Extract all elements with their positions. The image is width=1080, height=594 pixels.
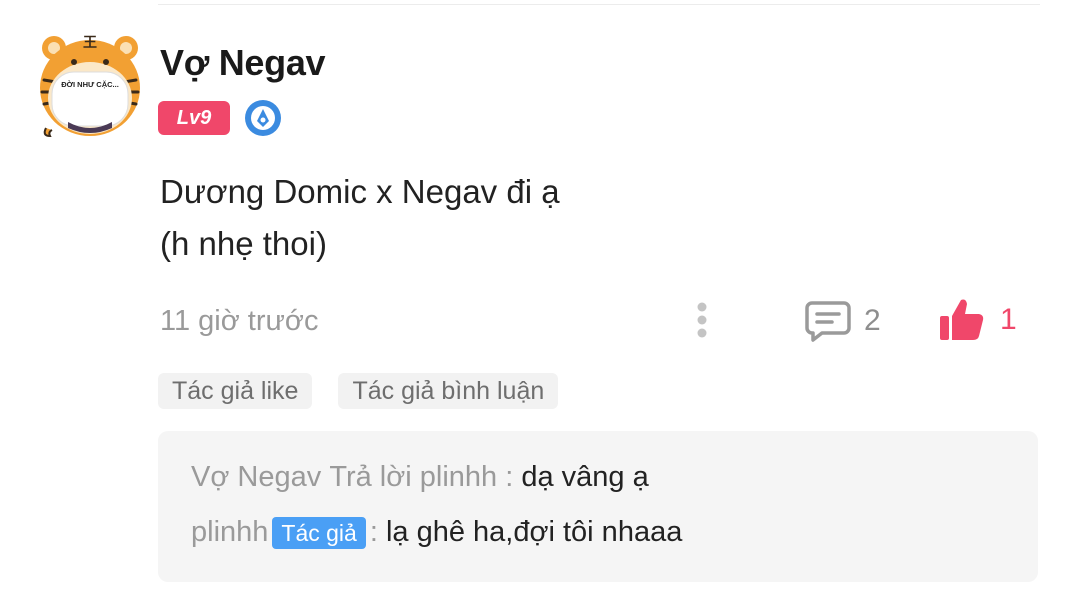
content-line: (h nhẹ thoi) [160,225,327,262]
comment-icon [805,301,851,342]
tag-author-commented: Tác giả bình luận [338,373,559,409]
reply-box[interactable]: Vợ Negav Trả lời plinhh : dạ vâng ạ plin… [158,431,1038,582]
post-content: Dương Domic x Negav đi ạ (h nhẹ thoi) [160,166,560,270]
like-button[interactable]: 1 [938,294,1017,346]
reply-separator: : [369,516,378,548]
medal-icon [245,100,281,136]
tiger-avatar-icon: 王 ĐỜI NHƯ CẶC... [40,34,140,138]
author-badge: Tác giả [272,516,366,549]
like-count: 1 [1000,303,1017,336]
tag-row: Tác giả like Tác giả bình luận [158,373,559,409]
avatar[interactable]: 王 ĐỜI NHƯ CẶC... [38,32,142,140]
avatar-mark: 王 [83,34,97,50]
reply-separator: : [505,461,514,493]
reply-author[interactable]: plinhh [191,516,268,549]
reply-item[interactable]: plinhh Tác giả : lạ ghê ha,đợi tôi nhaaa [191,516,682,549]
more-vertical-icon[interactable] [690,300,714,340]
reply-item[interactable]: Vợ Negav Trả lời plinhh : dạ vâng ạ [191,461,649,494]
tag-author-liked: Tác giả like [158,373,313,409]
timestamp: 11 giờ trước [160,305,319,337]
comment-button[interactable]: 2 [804,296,881,346]
content-line: Dương Domic x Negav đi ạ [160,173,560,210]
reply-text: lạ ghê ha,đợi tôi nhaaa [385,516,683,548]
top-divider [158,4,1040,5]
comment-count: 2 [864,304,881,337]
level-badge: Lv9 [158,101,230,135]
reply-text: dạ vâng ạ [521,461,649,493]
username[interactable]: Vợ Negav [160,42,326,84]
badge-row: Lv9 [158,99,282,137]
avatar-caption: ĐỜI NHƯ CẶC... [61,80,119,89]
reply-author[interactable]: Vợ Negav [191,461,321,494]
thumbs-up-icon [940,299,984,340]
reply-action: Trả lời plinhh [329,461,498,493]
